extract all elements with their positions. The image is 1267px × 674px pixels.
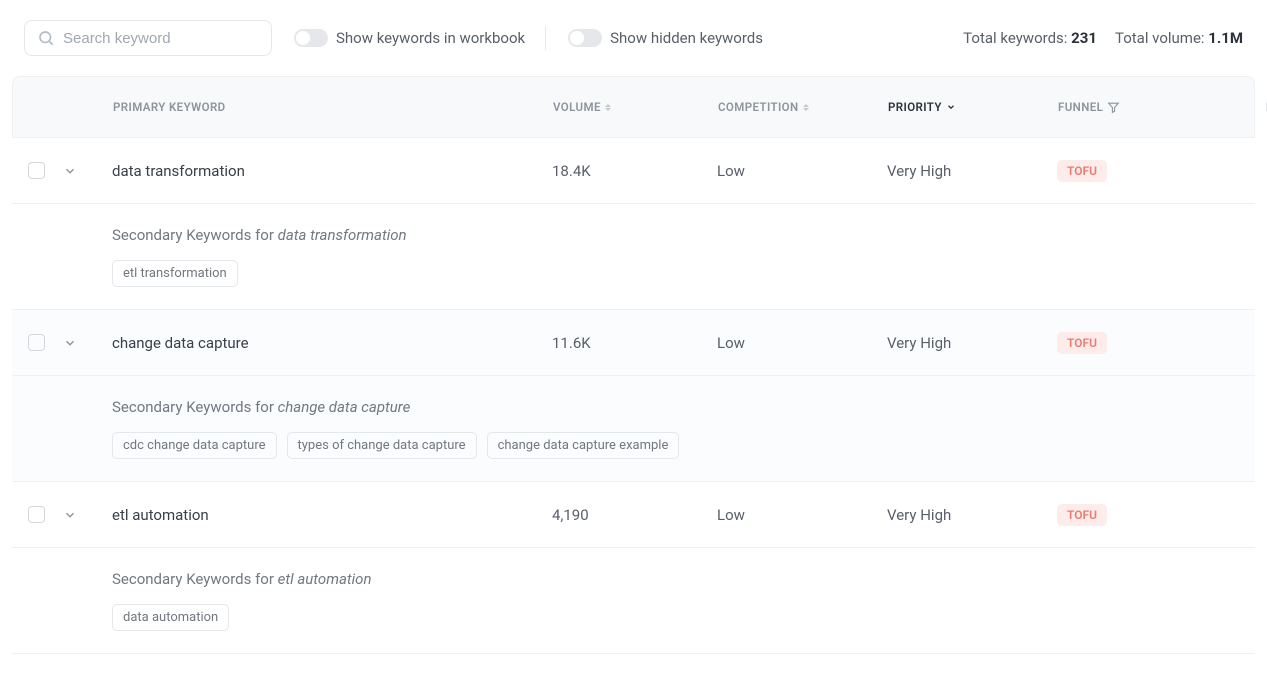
search-input[interactable] bbox=[63, 30, 259, 47]
table-row: etl automation4,190LowVery HighTOFU bbox=[12, 482, 1255, 548]
keyword-chip[interactable]: cdc change data capture bbox=[112, 432, 277, 459]
table-row: data transformation18.4KLowVery HighTOFU bbox=[12, 138, 1255, 204]
hide-button[interactable] bbox=[1232, 162, 1267, 180]
total-volume-label: Total volume: bbox=[1115, 29, 1205, 47]
keyword-chip[interactable]: data automation bbox=[112, 604, 229, 631]
keyword-cell: change data capture bbox=[112, 334, 552, 352]
hide-button[interactable] bbox=[1232, 334, 1267, 352]
secondary-title: Secondary Keywords for data transformati… bbox=[112, 226, 1255, 244]
workbook-toggle[interactable] bbox=[294, 29, 328, 47]
column-primary[interactable]: PRIMARY KEYWORD bbox=[113, 100, 553, 114]
table-row: change data capture11.6KLowVery HighTOFU bbox=[12, 310, 1255, 376]
secondary-keywords: Secondary Keywords for etl automation dat… bbox=[12, 548, 1255, 654]
column-priority[interactable]: PRIORITY bbox=[888, 100, 1058, 114]
expand-icon[interactable] bbox=[62, 163, 78, 179]
row-checkbox[interactable] bbox=[28, 506, 45, 523]
hidden-toggle-label: Show hidden keywords bbox=[610, 29, 763, 47]
sort-desc-icon bbox=[946, 102, 956, 112]
search-icon bbox=[37, 29, 55, 47]
column-hide: HIDE bbox=[1233, 100, 1267, 114]
priority-cell: Very High bbox=[887, 334, 1057, 352]
sort-icon bbox=[803, 104, 809, 111]
filter-icon bbox=[1107, 101, 1120, 114]
workbook-toggle-label: Show keywords in workbook bbox=[336, 29, 525, 47]
stats: Total keywords: 231 Total volume: 1.1M bbox=[963, 29, 1243, 47]
volume-cell: 4,190 bbox=[552, 506, 717, 524]
secondary-keywords: Secondary Keywords for change data captu… bbox=[12, 376, 1255, 482]
column-funnel[interactable]: FUNNEL bbox=[1058, 100, 1233, 114]
table-header: PRIMARY KEYWORD VOLUME COMPETITION PRIOR… bbox=[12, 76, 1255, 138]
funnel-badge: TOFU bbox=[1057, 504, 1107, 526]
column-competition[interactable]: COMPETITION bbox=[718, 100, 888, 114]
secondary-title: Secondary Keywords for etl automation bbox=[112, 570, 1255, 588]
row-checkbox[interactable] bbox=[28, 162, 45, 179]
keyword-chip[interactable]: etl transformation bbox=[112, 260, 238, 287]
volume-cell: 18.4K bbox=[552, 162, 717, 180]
expand-icon[interactable] bbox=[62, 507, 78, 523]
keyword-cell: etl automation bbox=[112, 506, 552, 524]
funnel-badge: TOFU bbox=[1057, 332, 1107, 354]
row-checkbox[interactable] bbox=[28, 334, 45, 351]
funnel-badge: TOFU bbox=[1057, 160, 1107, 182]
column-volume[interactable]: VOLUME bbox=[553, 100, 718, 114]
priority-cell: Very High bbox=[887, 162, 1057, 180]
total-keywords-label: Total keywords: bbox=[963, 29, 1067, 47]
priority-cell: Very High bbox=[887, 506, 1057, 524]
total-volume-value: 1.1M bbox=[1208, 29, 1243, 47]
secondary-title: Secondary Keywords for change data captu… bbox=[112, 398, 1255, 416]
divider bbox=[545, 26, 546, 50]
competition-cell: Low bbox=[717, 506, 887, 524]
keyword-cell: data transformation bbox=[112, 162, 552, 180]
hidden-toggle[interactable] bbox=[568, 29, 602, 47]
secondary-keywords: Secondary Keywords for data transformati… bbox=[12, 204, 1255, 310]
competition-cell: Low bbox=[717, 334, 887, 352]
hide-button[interactable] bbox=[1232, 506, 1267, 524]
competition-cell: Low bbox=[717, 162, 887, 180]
sort-icon bbox=[605, 104, 611, 111]
expand-icon[interactable] bbox=[62, 335, 78, 351]
search-input-wrap[interactable] bbox=[24, 20, 272, 56]
volume-cell: 11.6K bbox=[552, 334, 717, 352]
keyword-chip[interactable]: change data capture example bbox=[487, 432, 680, 459]
toolbar: Show keywords in workbook Show hidden ke… bbox=[12, 20, 1255, 76]
total-keywords-value: 231 bbox=[1071, 29, 1097, 47]
keyword-chip[interactable]: types of change data capture bbox=[287, 432, 477, 459]
